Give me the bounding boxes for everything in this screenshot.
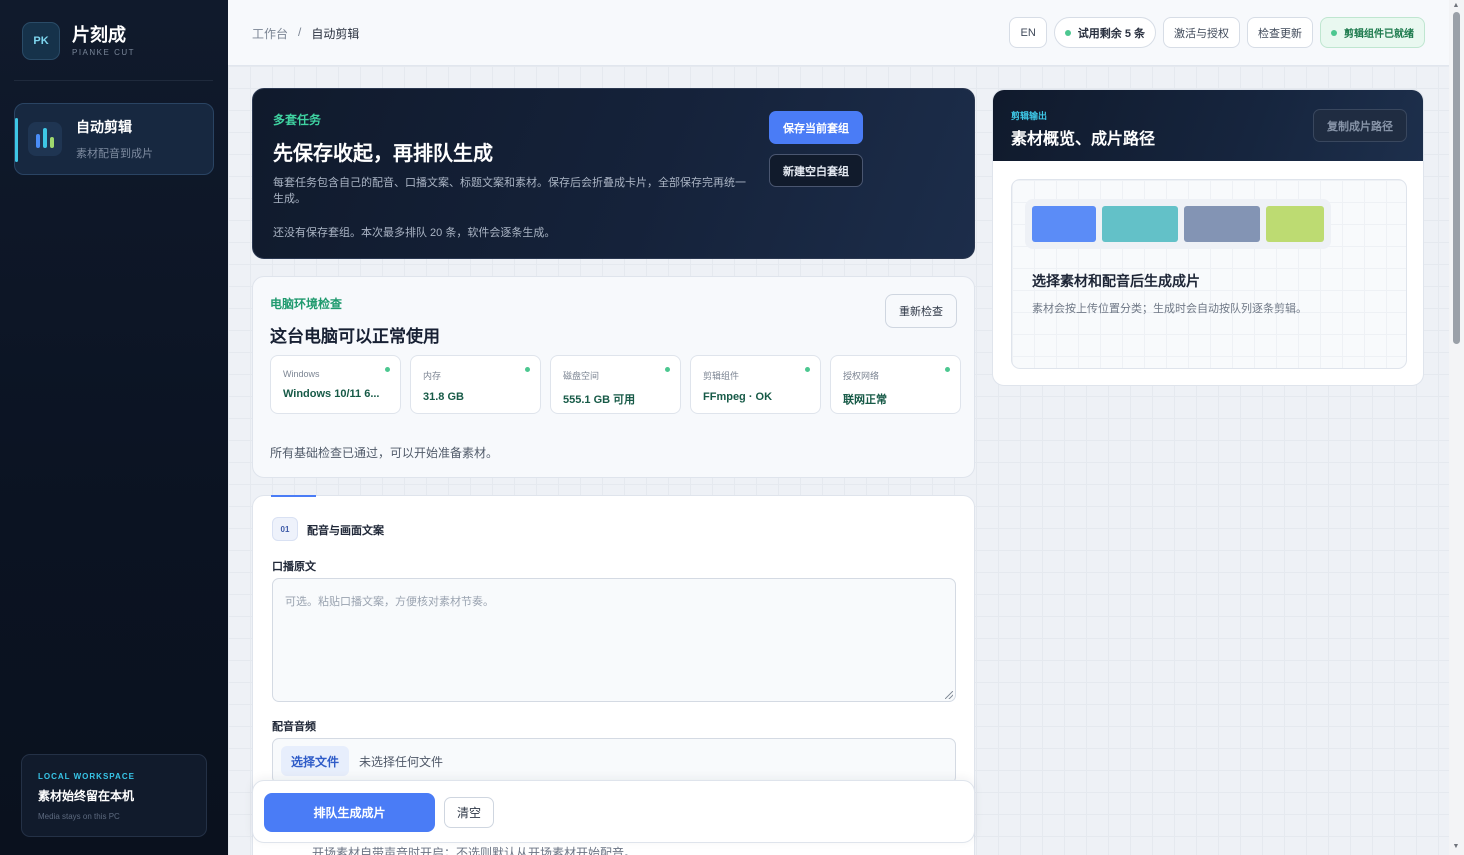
sidebar-item-desc: 素材配音到成片 xyxy=(76,148,153,160)
output-header: 剪辑输出 素材概览、成片路径 复制成片路径 xyxy=(993,90,1423,161)
swatch-blue xyxy=(1032,206,1096,242)
stat-ffmpeg: 剪辑组件 FFmpeg · OK xyxy=(690,355,821,414)
bar-chart-icon xyxy=(28,122,62,156)
step-badge: 01 xyxy=(272,517,298,541)
copy-path-button[interactable]: 复制成片路径 xyxy=(1313,109,1407,142)
scroll-down-icon[interactable]: ▼ xyxy=(1451,843,1461,850)
recheck-button[interactable]: 重新检查 xyxy=(885,294,957,328)
stat-value: 31.8 GB xyxy=(423,391,464,403)
clear-button[interactable]: 清空 xyxy=(444,797,494,828)
component-status-label: 剪辑组件已就绪 xyxy=(1344,29,1414,40)
queue-generate-button[interactable]: 排队生成成片 xyxy=(264,793,435,832)
status-dot-icon xyxy=(525,367,530,372)
status-dot-icon xyxy=(665,367,670,372)
breadcrumb-current: 自动剪辑 xyxy=(311,27,360,41)
brand-name: 片刻成 xyxy=(72,25,126,45)
section-indicator xyxy=(271,495,316,497)
step-title: 配音与画面文案 xyxy=(307,525,384,537)
sidebar-item-auto-edit[interactable]: 自动剪辑 素材配音到成片 xyxy=(14,103,214,175)
save-set-button[interactable]: 保存当前套组 xyxy=(769,111,863,144)
stat-label: Windows xyxy=(283,369,320,379)
trial-status-pill[interactable]: 试用剩余 5 条 xyxy=(1053,17,1156,48)
task-description: 每套任务包含自己的配音、口播文案、标题文案和素材。保存后会折叠成卡片，全部保存完… xyxy=(273,177,746,205)
local-workspace-card: LOCAL WORKSPACE 素材始终留在本机 Media stays on … xyxy=(21,754,207,837)
audio-label: 配音音频 xyxy=(272,721,316,733)
stat-value: 555.1 GB 可用 xyxy=(563,394,636,406)
check-update-button[interactable]: 检查更新 xyxy=(1247,17,1313,48)
script-textarea[interactable]: 可选。粘贴口播文案，方便核对素材节奏。 xyxy=(272,578,956,702)
stat-label: 内存 xyxy=(423,371,442,381)
status-dot-icon xyxy=(385,367,390,372)
sidebar: PK 片刻成 PIANKE CUT 自动剪辑 素材配音到成片 LOCAL WOR… xyxy=(0,0,228,855)
action-bar: 排队生成成片 清空 xyxy=(252,780,975,843)
script-placeholder: 可选。粘贴口播文案，方便核对素材节奏。 xyxy=(285,596,494,608)
scroll-up-icon[interactable]: ▲ xyxy=(1451,2,1461,9)
environment-check-card: 电脑环境检查 这台电脑可以正常使用 重新检查 Windows Windows 1… xyxy=(252,276,975,478)
workspace-subtitle: Media stays on this PC xyxy=(38,812,120,821)
stat-disk: 磁盘空间 555.1 GB 可用 xyxy=(550,355,681,414)
output-title: 素材概览、成片路径 xyxy=(1011,131,1156,148)
sidebar-divider xyxy=(14,80,213,81)
choose-file-button[interactable]: 选择文件 xyxy=(281,746,350,776)
intro-audio-hint: 开场素材自带声音时开启；不选则默认从开场素材开始配音。 xyxy=(312,846,637,855)
breadcrumb: 工作台 / 自动剪辑 xyxy=(252,25,359,42)
stat-value: FFmpeg · OK xyxy=(703,391,773,403)
output-card: 剪辑输出 素材概览、成片路径 复制成片路径 选择素材和配音后生成成片 素材会按上… xyxy=(992,89,1424,386)
brand: PK 片刻成 PIANKE CUT xyxy=(22,22,135,60)
status-dot-icon xyxy=(805,367,810,372)
top-actions: EN 试用剩余 5 条 激活与授权 检查更新 剪辑组件已就绪 xyxy=(1009,17,1425,48)
breadcrumb-home[interactable]: 工作台 xyxy=(252,25,288,42)
env-eyebrow: 电脑环境检查 xyxy=(270,297,343,311)
status-dot-icon xyxy=(945,367,950,372)
sidebar-item-label: 自动剪辑 xyxy=(76,119,132,135)
stat-value: Windows 10/11 6... xyxy=(283,388,380,400)
multi-task-card: 多套任务 先保存收起，再排队生成 每套任务包含自己的配音、口播文案、标题文案和素… xyxy=(252,88,975,259)
status-dot-icon xyxy=(1331,29,1337,36)
component-status-badge[interactable]: 剪辑组件已就绪 xyxy=(1320,17,1425,48)
active-indicator xyxy=(15,118,18,162)
activate-button[interactable]: 激活与授权 xyxy=(1163,17,1240,48)
swatch-teal xyxy=(1102,206,1178,242)
stat-windows: Windows Windows 10/11 6... xyxy=(270,355,401,414)
stat-label: 磁盘空间 xyxy=(563,371,600,381)
stat-value: 联网正常 xyxy=(843,394,887,406)
stat-network: 授权网络 联网正常 xyxy=(830,355,961,414)
task-eyebrow: 多套任务 xyxy=(273,113,322,127)
status-dot-icon xyxy=(1064,29,1071,36)
output-eyebrow: 剪辑输出 xyxy=(1011,111,1048,121)
resize-handle-icon[interactable] xyxy=(945,691,953,699)
topbar: 工作台 / 自动剪辑 EN 试用剩余 5 条 激活与授权 检查更新 剪辑组件已就… xyxy=(228,0,1449,66)
scrollbar-thumb[interactable] xyxy=(1453,12,1460,344)
file-status: 未选择任何文件 xyxy=(359,754,444,769)
preview-desc: 素材会按上传位置分类；生成时会自动按队列逐条剪辑。 xyxy=(1032,303,1307,315)
output-preview: 选择素材和配音后生成成片 素材会按上传位置分类；生成时会自动按队列逐条剪辑。 xyxy=(1011,179,1407,369)
env-stats: Windows Windows 10/11 6... 内存 31.8 GB 磁盘… xyxy=(270,355,961,414)
workspace-title: 素材始终留在本机 xyxy=(38,789,135,803)
task-note: 还没有保存套组。本次最多排队 20 条，软件会逐条生成。 xyxy=(273,227,556,239)
language-button[interactable]: EN xyxy=(1009,17,1047,48)
audio-file-input[interactable]: 选择文件 未选择任何文件 xyxy=(272,738,956,784)
env-footer: 所有基础检查已通过，可以开始准备素材。 xyxy=(270,446,499,460)
brand-logo: PK xyxy=(22,22,60,60)
env-title: 这台电脑可以正常使用 xyxy=(270,327,440,346)
stat-label: 授权网络 xyxy=(843,371,880,381)
brand-subtitle: PIANKE CUT xyxy=(72,48,136,57)
preview-title: 选择素材和配音后生成成片 xyxy=(1032,273,1200,289)
stat-memory: 内存 31.8 GB xyxy=(410,355,541,414)
new-set-button[interactable]: 新建空白套组 xyxy=(769,154,863,187)
stat-label: 剪辑组件 xyxy=(703,371,740,381)
trial-status-label: 试用剩余 5 条 xyxy=(1077,27,1145,40)
task-title: 先保存收起，再排队生成 xyxy=(273,143,493,165)
script-label: 口播原文 xyxy=(272,561,316,573)
workspace-eyebrow: LOCAL WORKSPACE xyxy=(38,772,135,781)
swatch-lime xyxy=(1266,206,1324,242)
breadcrumb-separator: / xyxy=(298,25,302,39)
swatch-slate xyxy=(1184,206,1260,242)
